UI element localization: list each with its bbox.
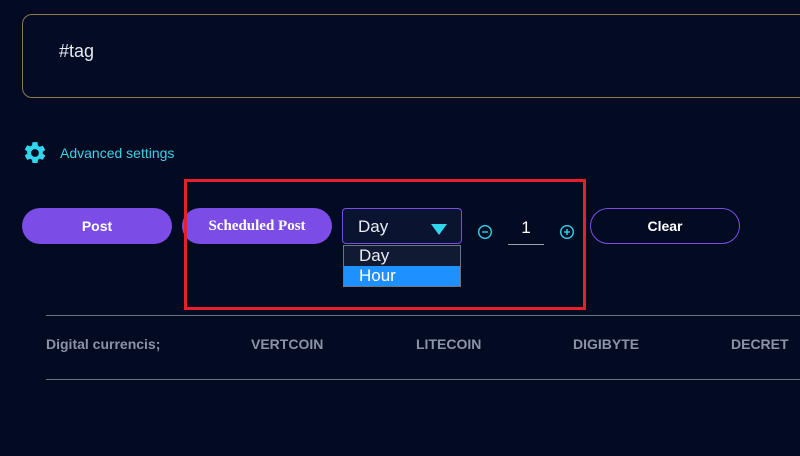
scheduled-post-button[interactable]: Scheduled Post <box>182 208 332 244</box>
currency-item: VERTCOIN <box>251 336 324 352</box>
divider <box>46 315 800 316</box>
divider <box>46 379 800 380</box>
tag-input-value: #tag <box>59 41 95 61</box>
currency-item: DECRET <box>731 336 789 352</box>
currency-heading: Digital currencis; <box>46 336 161 352</box>
increment-icon[interactable] <box>559 224 575 240</box>
clear-button[interactable]: Clear <box>590 208 740 244</box>
option-hour[interactable]: Hour <box>344 266 460 286</box>
currency-list: Digital currencis; VERTCOIN LITECOIN DIG… <box>0 336 800 356</box>
advanced-settings-label: Advanced settings <box>60 145 175 161</box>
schedule-unit-select[interactable]: Day <box>342 208 462 244</box>
post-button[interactable]: Post <box>22 208 172 244</box>
quantity-input[interactable]: 1 <box>508 215 544 245</box>
gear-icon <box>22 140 48 166</box>
schedule-unit-value: Day <box>358 217 389 236</box>
option-day[interactable]: Day <box>344 246 460 266</box>
decrement-icon[interactable] <box>477 224 493 240</box>
currency-item: LITECOIN <box>416 336 482 352</box>
dropdown-arrow-icon <box>431 224 447 235</box>
currency-item: DIGIBYTE <box>573 336 640 352</box>
tag-input[interactable]: #tag <box>22 14 800 98</box>
advanced-settings-link[interactable]: Advanced settings <box>22 140 174 166</box>
schedule-unit-options: Day Hour <box>343 245 461 287</box>
